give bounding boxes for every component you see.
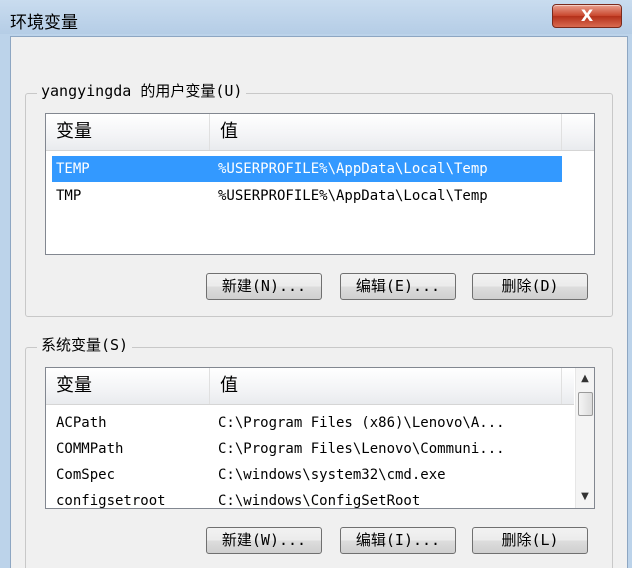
variable-value: C:\windows\ConfigSetRoot [218,493,421,509]
title-bar[interactable]: 环境变量 X [0,0,632,34]
user-variables-label: yangyingda 的用户变量(U) [37,80,247,101]
vertical-scrollbar[interactable]: ▲ ▼ [575,368,594,508]
variable-value: C:\windows\system32\cmd.exe [218,467,446,483]
variable-name: TEMP [56,161,90,177]
scroll-down-icon[interactable]: ▼ [576,488,594,506]
variable-name: ComSpec [56,467,116,483]
dialog-client-area: yangyingda 的用户变量(U) 变量 值 TEMP %USERPROFI… [10,36,628,568]
column-header-variable[interactable]: 变量 [46,114,210,150]
user-edit-button[interactable]: 编辑(E)... [340,273,456,300]
close-icon: X [580,6,594,25]
system-delete-button[interactable]: 删除(L) [472,527,588,554]
column-header-variable[interactable]: 变量 [46,368,210,404]
variable-name: ACPath [56,415,107,431]
list-item[interactable]: TEMP %USERPROFILE%\AppData\Local\Temp [52,156,562,182]
scrollbar-thumb[interactable] [578,392,593,416]
variable-value: %USERPROFILE%\AppData\Local\Temp [218,188,488,204]
variable-name: TMP [56,188,82,204]
list-item[interactable]: COMMPath C:\Program Files\Lenovo\Communi… [52,436,562,462]
user-delete-button[interactable]: 删除(D) [472,273,588,300]
user-list-header: 变量 值 [46,114,594,151]
list-item[interactable]: ComSpec C:\windows\system32\cmd.exe [52,462,562,488]
list-item[interactable]: TMP %USERPROFILE%\AppData\Local\Temp [52,183,562,209]
system-variables-list[interactable]: 变量 值 ACPath C:\Program Files (x86)\Lenov… [45,367,595,509]
variable-value: C:\Program Files (x86)\Lenovo\A... [218,415,505,431]
scroll-up-icon[interactable]: ▲ [576,370,594,388]
system-edit-button[interactable]: 编辑(I)... [340,527,456,554]
system-variables-label: 系统变量(S) [37,334,133,355]
variable-name: configsetroot [56,493,166,509]
column-header-value[interactable]: 值 [210,368,562,404]
system-list-header: 变量 值 [46,368,574,405]
column-header-value[interactable]: 值 [210,114,562,150]
variable-name: COMMPath [56,441,124,457]
variable-value: %USERPROFILE%\AppData\Local\Temp [218,161,488,177]
close-button[interactable]: X [552,4,622,28]
list-item[interactable]: ACPath C:\Program Files (x86)\Lenovo\A..… [52,410,562,436]
variable-value: C:\Program Files\Lenovo\Communi... [218,441,505,457]
system-new-button[interactable]: 新建(W)... [206,527,322,554]
environment-variables-dialog: 环境变量 X yangyingda 的用户变量(U) 变量 值 TEMP %US… [0,0,632,568]
user-new-button[interactable]: 新建(N)... [206,273,322,300]
window-title: 环境变量 [10,13,78,33]
list-item[interactable]: configsetroot C:\windows\ConfigSetRoot [52,488,562,509]
user-variables-list[interactable]: 变量 值 TEMP %USERPROFILE%\AppData\Local\Te… [45,113,595,255]
